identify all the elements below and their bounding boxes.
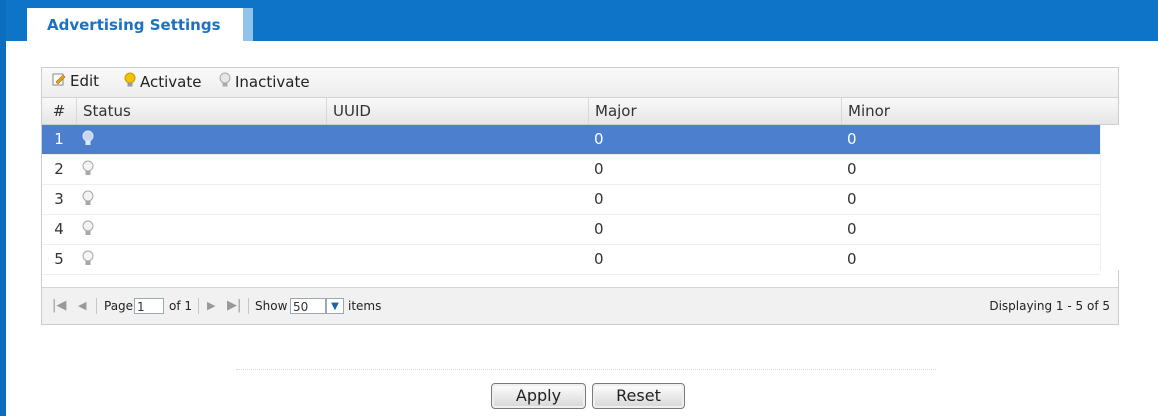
column-header-minor[interactable]: Minor [841, 98, 1118, 124]
row-minor: 0 [847, 160, 857, 178]
column-header-uuid[interactable]: UUID [326, 98, 588, 124]
table-scroll-gutter [1100, 125, 1119, 270]
page-number-input[interactable]: 1 [134, 298, 164, 314]
advertising-table: Edit Activate Inactivate # Status UUID M… [41, 67, 1119, 325]
row-number: 1 [54, 130, 64, 148]
inactivate-label: Inactivate [235, 73, 310, 91]
column-header-number[interactable]: # [42, 98, 76, 124]
edit-icon [52, 72, 66, 90]
row-major: 0 [594, 190, 604, 208]
inactivate-button[interactable]: Inactivate [219, 72, 310, 92]
page-label: Page [104, 299, 134, 313]
row-major: 0 [594, 160, 604, 178]
left-accent-bar [0, 0, 6, 416]
items-label: items [348, 299, 382, 313]
row-major: 0 [594, 250, 604, 268]
next-page-icon[interactable]: ▶ [207, 288, 215, 324]
row-minor: 0 [847, 190, 857, 208]
row-major: 0 [594, 220, 604, 238]
row-number: 3 [54, 190, 64, 208]
edit-button[interactable]: Edit [52, 72, 99, 90]
first-page-icon[interactable]: |◀ [52, 288, 66, 324]
table-header: # Status UUID Major Minor [42, 98, 1118, 125]
divider [236, 369, 936, 370]
row-number: 2 [54, 160, 64, 178]
bulb-inactive-icon [82, 250, 94, 268]
table-row[interactable]: 1 0 0 [42, 125, 1100, 155]
table-row[interactable]: 5 0 0 [42, 245, 1100, 275]
bulb-inactive-icon [82, 190, 94, 208]
column-header-major[interactable]: Major [588, 98, 841, 124]
table-row[interactable]: 2 0 0 [42, 155, 1100, 185]
table-body: 1 0 0 2 0 0 3 0 0 4 0 0 5 0 0 [42, 125, 1100, 275]
pagination-bar: |◀ ◀ Page 1 of 1 ▶ ▶| Show 50 ▼ items Di… [42, 287, 1118, 324]
bulb-inactive-icon [82, 160, 94, 178]
chevron-down-icon[interactable]: ▼ [326, 298, 344, 314]
row-minor: 0 [847, 250, 857, 268]
reset-button[interactable]: Reset [592, 383, 685, 409]
tab-advertising-settings[interactable]: Advertising Settings [27, 8, 253, 41]
pager-separator [198, 298, 199, 314]
table-row[interactable]: 4 0 0 [42, 215, 1100, 245]
pager-separator [96, 298, 97, 314]
prev-page-icon[interactable]: ◀ [78, 288, 86, 324]
row-minor: 0 [847, 220, 857, 238]
section-header-bar: Advertising Settings [6, 0, 1158, 41]
page-size-select[interactable]: 50 [290, 298, 326, 314]
apply-button[interactable]: Apply [491, 383, 586, 409]
bulb-inactive-icon [82, 220, 94, 238]
column-header-status[interactable]: Status [76, 98, 326, 124]
row-minor: 0 [847, 130, 857, 148]
row-number: 4 [54, 220, 64, 238]
activate-button[interactable]: Activate [124, 72, 201, 92]
bulb-inactive-icon [219, 72, 231, 92]
page-total-label: of 1 [169, 299, 193, 313]
tab-label: Advertising Settings [47, 16, 221, 34]
displaying-count: Displaying 1 - 5 of 5 [989, 299, 1110, 313]
edit-label: Edit [70, 72, 100, 90]
table-toolbar: Edit Activate Inactivate [42, 68, 1118, 98]
table-row[interactable]: 3 0 0 [42, 185, 1100, 215]
row-major: 0 [594, 130, 604, 148]
show-label: Show [255, 299, 288, 313]
bulb-inactive-icon [82, 130, 94, 148]
activate-label: Activate [140, 73, 202, 91]
pager-separator [248, 298, 249, 314]
bulb-active-icon [124, 72, 136, 92]
row-number: 5 [54, 250, 64, 268]
last-page-icon[interactable]: ▶| [227, 288, 241, 324]
